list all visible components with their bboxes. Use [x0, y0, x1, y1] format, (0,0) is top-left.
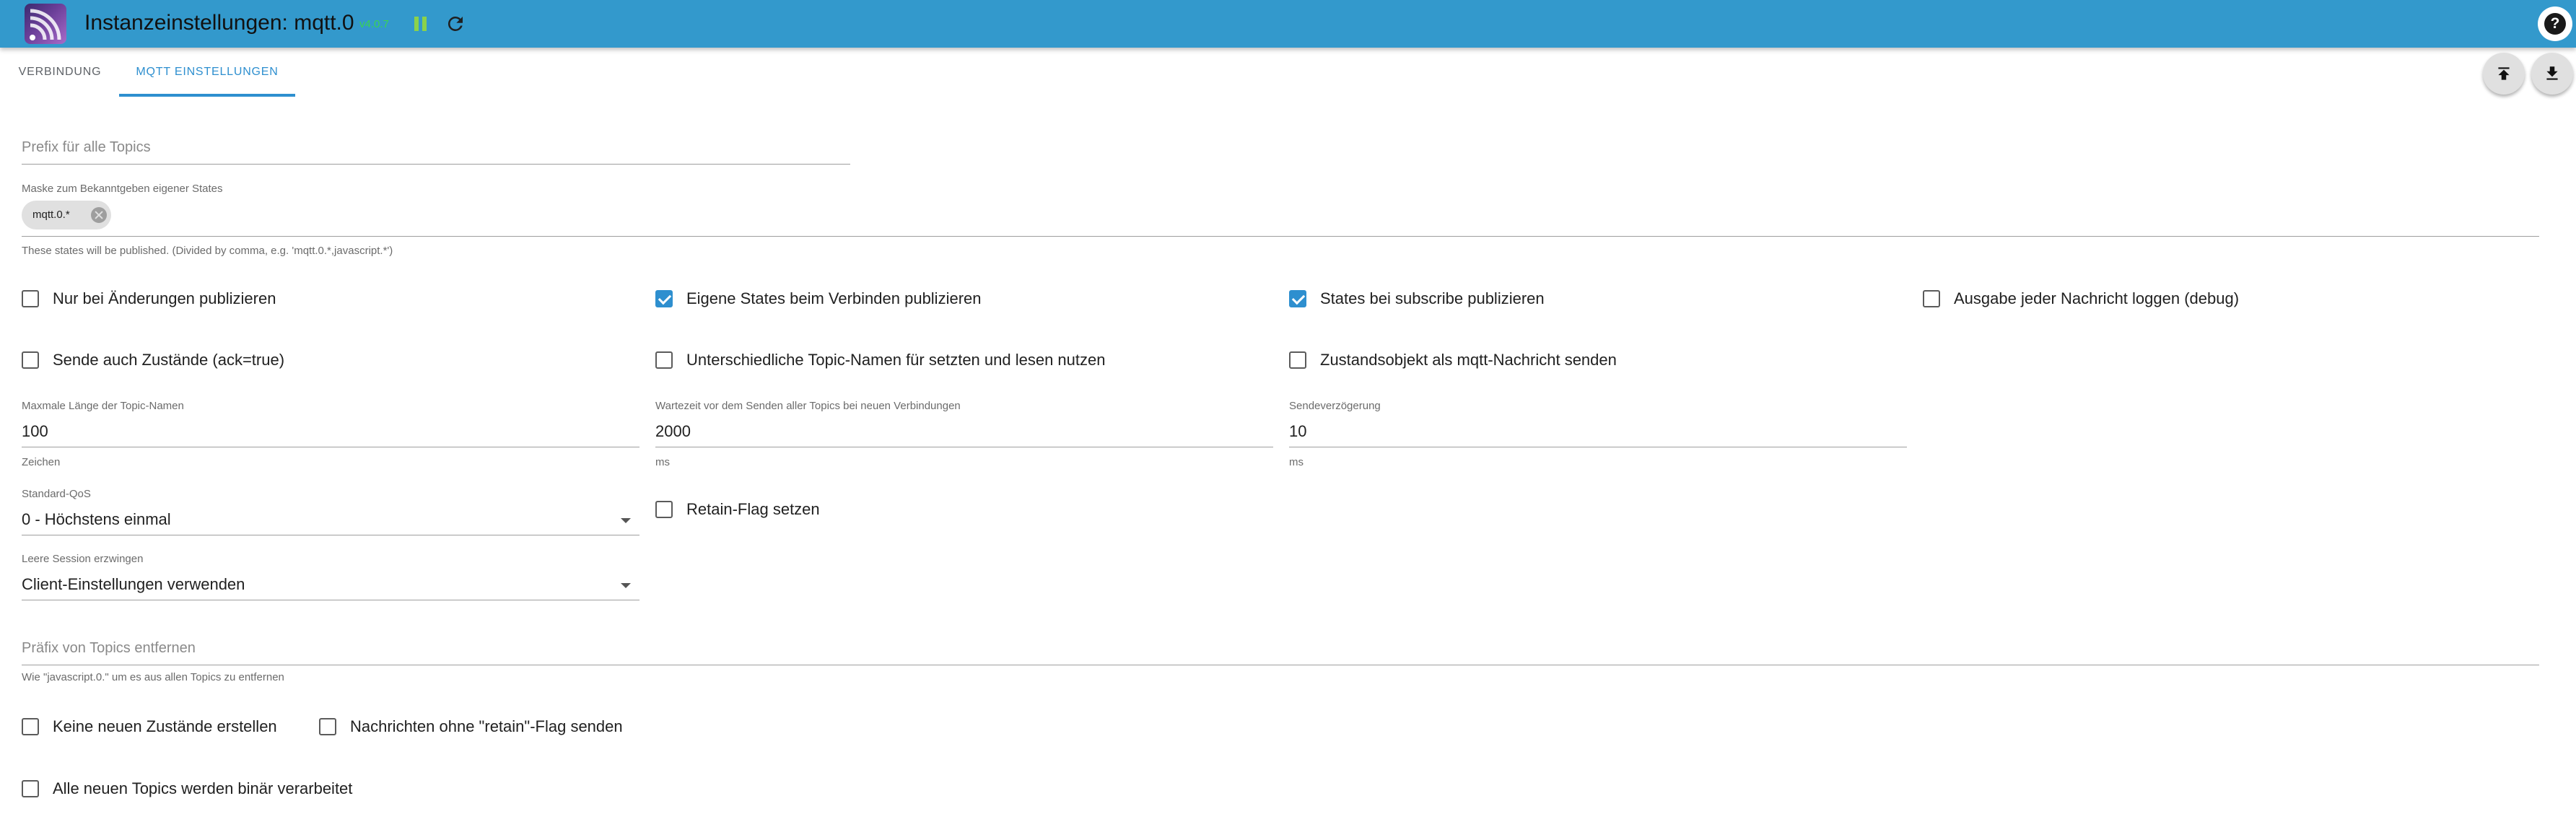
max-topic-length-unit: Zeichen: [22, 456, 61, 468]
checkbox-label: Nur bei Änderungen publizieren: [53, 289, 276, 307]
checkbox-label: Zustandsobjekt als mqtt-Nachricht senden: [1320, 351, 1617, 369]
version-badge: v4.0.7: [359, 18, 389, 30]
prefix-placeholder: Prefix für alle Topics: [22, 139, 151, 155]
checkbox-label: Alle neuen Topics werden binär verarbeit…: [53, 779, 353, 797]
checkbox-box[interactable]: [655, 290, 673, 307]
tab-verbindung[interactable]: VERBINDUNG: [0, 48, 120, 97]
checkbox-box[interactable]: [319, 718, 336, 735]
upload-settings-button[interactable]: [2483, 53, 2525, 95]
max-topic-length-value: 100: [22, 422, 48, 440]
checkbox-box[interactable]: [1923, 290, 1940, 307]
clean-session-label: Leere Session erzwingen: [22, 553, 144, 565]
mask-chip: mqtt.0.*: [22, 201, 111, 229]
checkbox-box[interactable]: [22, 290, 39, 307]
tab-mqtt-einstellungen[interactable]: MQTT EINSTELLUNGEN: [119, 48, 295, 97]
checkbox-box[interactable]: [22, 351, 39, 369]
refresh-icon[interactable]: [445, 13, 466, 35]
wait-time-unit: ms: [655, 456, 670, 468]
wait-time-input[interactable]: [655, 416, 1273, 447]
checkbox-box[interactable]: [1289, 290, 1306, 307]
wait-time-label: Wartezeit vor dem Senden aller Topics be…: [655, 400, 961, 412]
send-delay-value: 10: [1289, 422, 1307, 440]
mask-label: Maske zum Bekanntgeben eigener States: [22, 183, 223, 195]
tab-indicator: [119, 94, 295, 97]
checkbox-label: Keine neuen Zustände erstellen: [53, 717, 277, 735]
mqtt-adapter-logo: [25, 4, 66, 44]
help-icon: ?: [2544, 13, 2566, 35]
tab-bar: VERBINDUNG MQTT EINSTELLUNGEN: [0, 48, 722, 97]
mask-input[interactable]: [22, 195, 2539, 237]
checkbox-box[interactable]: [655, 501, 673, 518]
checkbox-box[interactable]: [1289, 351, 1306, 369]
send-delay-input[interactable]: [1289, 416, 1907, 447]
max-topic-length-input[interactable]: [22, 416, 639, 447]
send-delay-label: Sendeverzögerung: [1289, 400, 1381, 412]
chip-delete-icon[interactable]: [91, 207, 107, 223]
max-topic-length-label: Maxmale Länge der Topic-Namen: [22, 400, 184, 412]
remove-prefix-placeholder: Präfix von Topics entfernen: [22, 640, 196, 656]
mask-helper: These states will be published. (Divided…: [22, 245, 393, 257]
page-title: Instanzeinstellungen: mqtt.0: [84, 11, 354, 35]
checkbox-box[interactable]: [22, 718, 39, 735]
checkbox-label: Ausgabe jeder Nachricht loggen (debug): [1954, 289, 2240, 307]
remove-prefix-helper: Wie "javascript.0." um es aus allen Topi…: [22, 671, 284, 683]
send-delay-unit: ms: [1289, 456, 1304, 468]
pause-icon[interactable]: [412, 15, 429, 32]
download-settings-button[interactable]: [2531, 53, 2573, 95]
wait-time-value: 2000: [655, 422, 691, 440]
help-button[interactable]: ?: [2538, 6, 2572, 41]
app-bar: Instanzeinstellungen: mqtt.0 v4.0.7 ?: [0, 0, 2576, 48]
default-qos-value: 0 - Höchstens einmal: [22, 510, 171, 528]
upload-icon: [2498, 67, 2510, 80]
default-qos-label: Standard-QoS: [22, 488, 91, 500]
download-icon: [2546, 66, 2558, 80]
checkbox-label: Eigene States beim Verbinden publizieren: [686, 289, 982, 307]
mask-chip-label: mqtt.0.*: [32, 209, 70, 221]
chevron-down-icon[interactable]: [621, 518, 631, 523]
checkbox-label: States bei subscribe publizieren: [1320, 289, 1545, 307]
checkbox-box[interactable]: [655, 351, 673, 369]
checkbox-label: Nachrichten ohne "retain"-Flag senden: [350, 717, 623, 735]
clean-session-value: Client-Einstellungen verwenden: [22, 575, 245, 593]
chevron-down-icon[interactable]: [621, 583, 631, 588]
remove-prefix-input[interactable]: [22, 635, 2539, 665]
checkbox-box[interactable]: [22, 780, 39, 797]
checkbox-label: Sende auch Zustände (ack=true): [53, 351, 285, 369]
checkbox-label: Retain-Flag setzen: [686, 500, 820, 518]
checkbox-label: Unterschiedliche Topic-Namen für setzten…: [686, 351, 1106, 369]
